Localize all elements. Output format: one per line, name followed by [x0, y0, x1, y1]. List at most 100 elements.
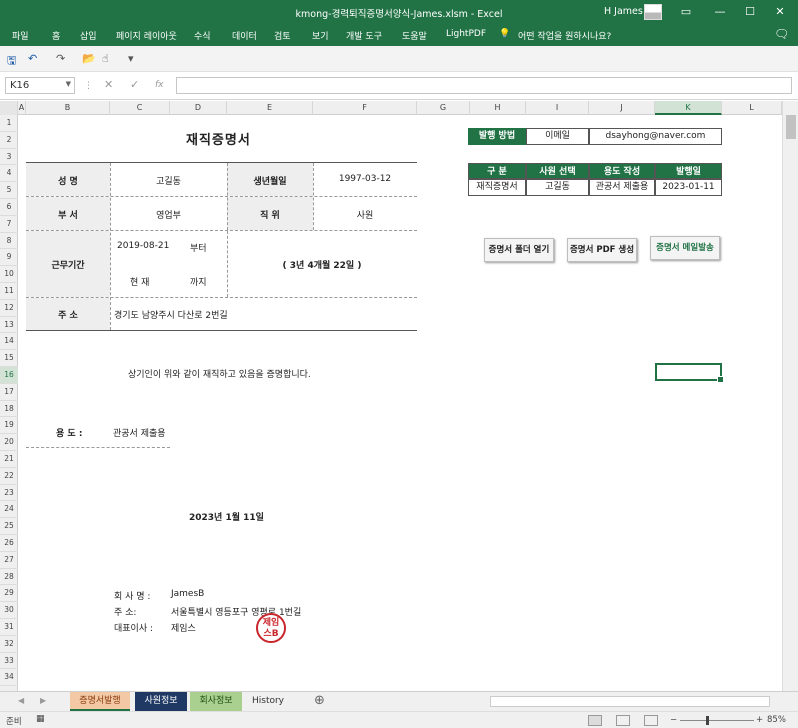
row-header[interactable]: 28: [0, 569, 18, 586]
row-header[interactable]: 34: [0, 669, 18, 687]
insert-function-icon[interactable]: fx: [155, 80, 164, 90]
sheet-tab-certificate[interactable]: 증명서발행: [70, 692, 130, 711]
row-header[interactable]: 17: [0, 384, 18, 401]
tab-file[interactable]: 파일: [12, 29, 29, 42]
row-header[interactable]: 33: [0, 653, 18, 670]
name-box[interactable]: K16 ▼: [5, 77, 75, 94]
select-all-corner[interactable]: [0, 101, 18, 115]
tab-lightpdf[interactable]: LightPDF: [446, 29, 486, 39]
column-header-a[interactable]: A: [18, 101, 26, 115]
row-header[interactable]: 10: [0, 266, 18, 283]
purpose-field[interactable]: 관공서 제출용: [589, 179, 655, 196]
row-header[interactable]: 16: [0, 367, 18, 384]
more-options-icon[interactable]: ⋮: [84, 81, 93, 91]
tell-me-search[interactable]: 어떤 작업을 원하시나요?: [518, 29, 611, 42]
row-header[interactable]: 1: [0, 115, 18, 132]
sheet-tab-history[interactable]: History: [245, 692, 291, 711]
customize-qat-icon[interactable]: ▾: [128, 52, 134, 65]
column-header-g[interactable]: G: [417, 101, 470, 115]
row-header[interactable]: 2: [0, 132, 18, 149]
row-header[interactable]: 32: [0, 636, 18, 653]
zoom-slider-thumb[interactable]: [706, 716, 709, 725]
enter-icon[interactable]: ✓: [130, 78, 139, 91]
tab-help[interactable]: 도움말: [402, 29, 427, 42]
user-name[interactable]: H James: [604, 6, 643, 17]
row-header[interactable]: 27: [0, 552, 18, 569]
row-header[interactable]: 26: [0, 535, 18, 552]
row-header[interactable]: 12: [0, 300, 18, 317]
row-header[interactable]: 20: [0, 434, 18, 451]
column-header-f[interactable]: F: [313, 101, 417, 115]
tab-developer[interactable]: 개발 도구: [346, 29, 382, 42]
row-header[interactable]: 29: [0, 585, 18, 603]
column-header-i[interactable]: I: [526, 101, 589, 115]
row-header[interactable]: 7: [0, 216, 18, 233]
tab-review[interactable]: 검토: [274, 29, 291, 42]
column-header-j[interactable]: J: [589, 101, 655, 115]
chevron-down-icon[interactable]: ▼: [66, 80, 71, 88]
scrollbar-thumb[interactable]: [786, 115, 796, 139]
category-select[interactable]: 재직증명서: [468, 179, 526, 196]
horizontal-scrollbar[interactable]: [490, 696, 770, 707]
issue-date-field[interactable]: 2023-01-11: [655, 179, 722, 196]
avatar[interactable]: [644, 4, 662, 20]
page-layout-view-icon[interactable]: [616, 715, 630, 726]
row-header[interactable]: 31: [0, 619, 18, 636]
ribbon-display-button[interactable]: ▭: [676, 3, 696, 21]
page-break-view-icon[interactable]: [644, 715, 658, 726]
zoom-slider[interactable]: [680, 720, 754, 721]
column-header-k[interactable]: K: [655, 101, 722, 115]
row-header[interactable]: 11: [0, 283, 18, 300]
create-pdf-button[interactable]: 증명서 PDF 생성: [567, 238, 637, 262]
employee-select[interactable]: 고길동: [526, 179, 589, 196]
comment-icon[interactable]: 🗨: [774, 27, 789, 41]
row-header[interactable]: 18: [0, 401, 18, 418]
column-header-d[interactable]: D: [170, 101, 227, 115]
redo-icon[interactable]: ↷: [56, 52, 65, 65]
column-header-h[interactable]: H: [470, 101, 526, 115]
zoom-out-button[interactable]: −: [670, 715, 677, 725]
formula-input[interactable]: [176, 77, 792, 94]
row-header[interactable]: 15: [0, 350, 18, 367]
cancel-icon[interactable]: ✕: [104, 78, 113, 91]
normal-view-icon[interactable]: [588, 715, 602, 726]
selected-cell-k16[interactable]: [655, 363, 724, 383]
tab-data[interactable]: 데이터: [232, 29, 257, 42]
tab-formulas[interactable]: 수식: [194, 29, 211, 42]
row-header[interactable]: 30: [0, 602, 18, 619]
close-button[interactable]: ✕: [770, 3, 790, 21]
macro-record-icon[interactable]: ▦: [36, 714, 45, 724]
prev-sheet-icon[interactable]: ◀: [18, 696, 24, 705]
minimize-button[interactable]: —: [710, 3, 730, 21]
open-folder-button[interactable]: 증명서 폴더 열기: [484, 238, 554, 262]
row-header[interactable]: 8: [0, 233, 18, 250]
zoom-level[interactable]: 85%: [767, 715, 786, 725]
row-header[interactable]: 13: [0, 317, 18, 334]
undo-icon[interactable]: ↶: [28, 52, 37, 65]
tab-page-layout[interactable]: 페이지 레이아웃: [116, 29, 177, 42]
row-header[interactable]: 3: [0, 149, 18, 166]
row-header[interactable]: 25: [0, 518, 18, 535]
send-email-button[interactable]: 증명서 메일발송: [650, 236, 720, 260]
sheet-tab-employees[interactable]: 사원정보: [135, 692, 187, 711]
column-header-l[interactable]: L: [722, 101, 782, 115]
row-header[interactable]: 14: [0, 333, 18, 351]
row-header[interactable]: 6: [0, 199, 18, 216]
column-header-c[interactable]: C: [110, 101, 170, 115]
sheet-tab-company[interactable]: 회사정보: [190, 692, 242, 711]
row-header[interactable]: 5: [0, 182, 18, 199]
row-header[interactable]: 21: [0, 451, 18, 468]
column-header-b[interactable]: B: [26, 101, 110, 115]
row-header[interactable]: 22: [0, 468, 18, 485]
zoom-in-button[interactable]: +: [756, 715, 763, 725]
row-header[interactable]: 9: [0, 249, 18, 267]
add-sheet-icon[interactable]: ⊕: [314, 693, 325, 708]
touch-mode-icon[interactable]: ☝: [102, 52, 109, 65]
email-field[interactable]: dsayhong@naver.com: [589, 128, 722, 145]
next-sheet-icon[interactable]: ▶: [40, 696, 46, 705]
tab-home[interactable]: 홈: [52, 29, 60, 42]
save-icon[interactable]: 🖫: [7, 52, 16, 71]
column-header-e[interactable]: E: [227, 101, 313, 115]
vertical-scrollbar[interactable]: [782, 101, 798, 691]
row-header[interactable]: 24: [0, 501, 18, 519]
